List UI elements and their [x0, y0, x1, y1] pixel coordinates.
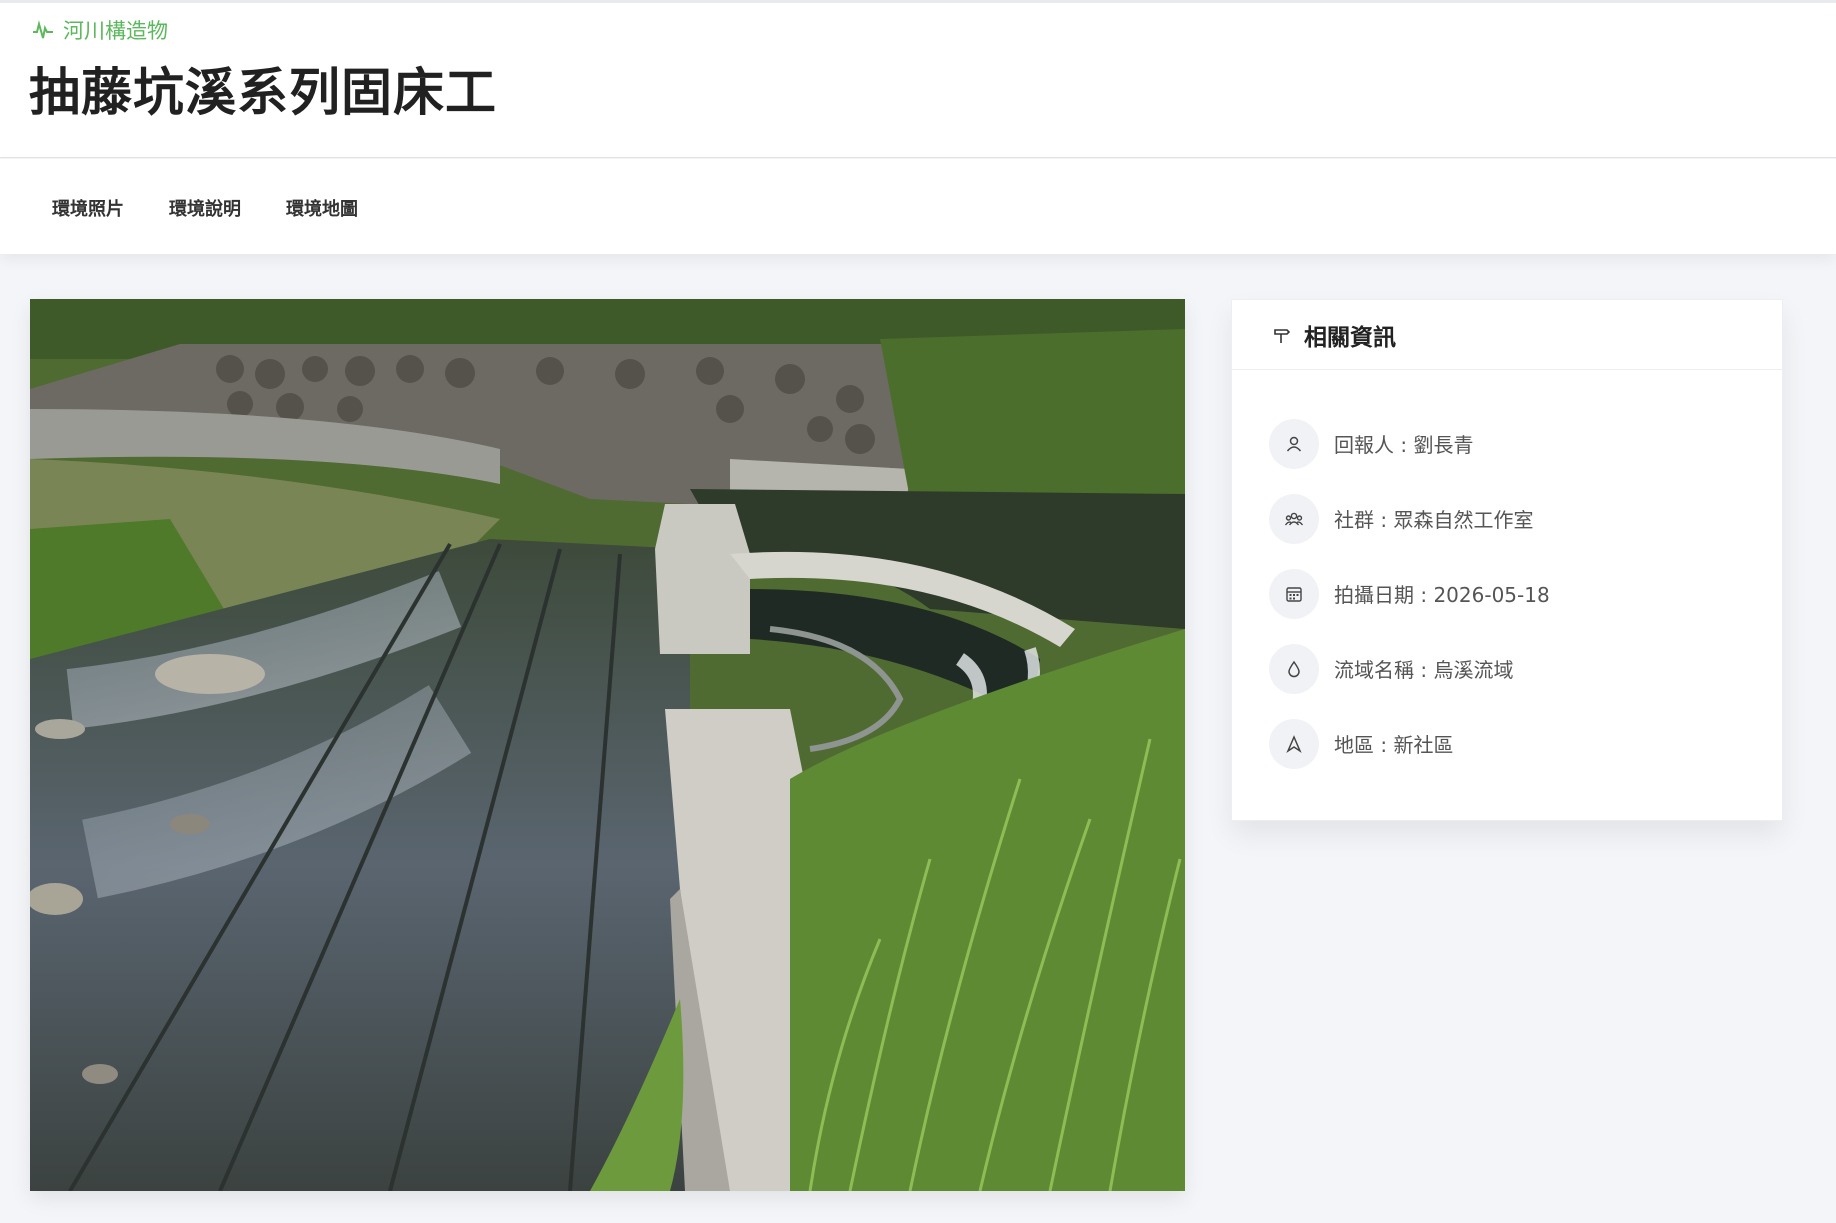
- info-row-community: 社群 : 眾森自然工作室: [1232, 481, 1782, 556]
- info-district-text: 地區 : 新社區: [1334, 733, 1454, 757]
- user-icon: [1269, 418, 1319, 469]
- calendar-icon: [1269, 568, 1319, 619]
- info-row-district: 地區 : 新社區: [1232, 706, 1782, 781]
- location-icon: [1269, 718, 1319, 769]
- river-photo-image: [30, 299, 1185, 1191]
- related-info-card: 相關資訊 回報人 : 劉長青 社群 : 眾森自然工作室 拍攝日期: 2026-…: [1231, 299, 1783, 821]
- info-reporter-text: 回報人 : 劉長青: [1334, 433, 1474, 457]
- category-text: 河川構造物: [63, 19, 168, 43]
- card-header: 相關資訊: [1232, 300, 1782, 370]
- info-community-text: 社群 : 眾森自然工作室: [1334, 508, 1534, 532]
- pulse-icon: [33, 20, 53, 39]
- info-row-reporter: 回報人 : 劉長青: [1232, 406, 1782, 481]
- page-header: 河川構造物 抽藤坑溪系列固床工: [0, 3, 1836, 158]
- signpost-icon: [1274, 328, 1291, 343]
- info-row-date: 拍攝日期 : 2026-05-18: [1232, 556, 1782, 631]
- group-icon: [1269, 493, 1319, 544]
- tab-map[interactable]: 環境地圖: [286, 195, 358, 221]
- water-drop-icon: [1269, 643, 1319, 694]
- page-title: 抽藤坑溪系列固床工: [29, 64, 498, 123]
- tab-bar: 環境照片 環境說明 環境地圖: [0, 159, 1836, 254]
- info-watershed-text: 流域名稱 : 烏溪流域: [1334, 658, 1514, 682]
- category-label[interactable]: 河川構造物: [31, 15, 168, 45]
- info-date-text: 拍攝日期 : 2026-05-18: [1334, 583, 1550, 607]
- info-row-watershed: 流域名稱 : 烏溪流域: [1232, 631, 1782, 706]
- environment-photo[interactable]: [30, 299, 1185, 1191]
- card-title: 相關資訊: [1304, 324, 1396, 351]
- tab-description[interactable]: 環境說明: [169, 195, 241, 221]
- info-list: 回報人 : 劉長青 社群 : 眾森自然工作室 拍攝日期: 2026-05-18…: [1232, 370, 1782, 781]
- tab-photos[interactable]: 環境照片: [52, 195, 124, 221]
